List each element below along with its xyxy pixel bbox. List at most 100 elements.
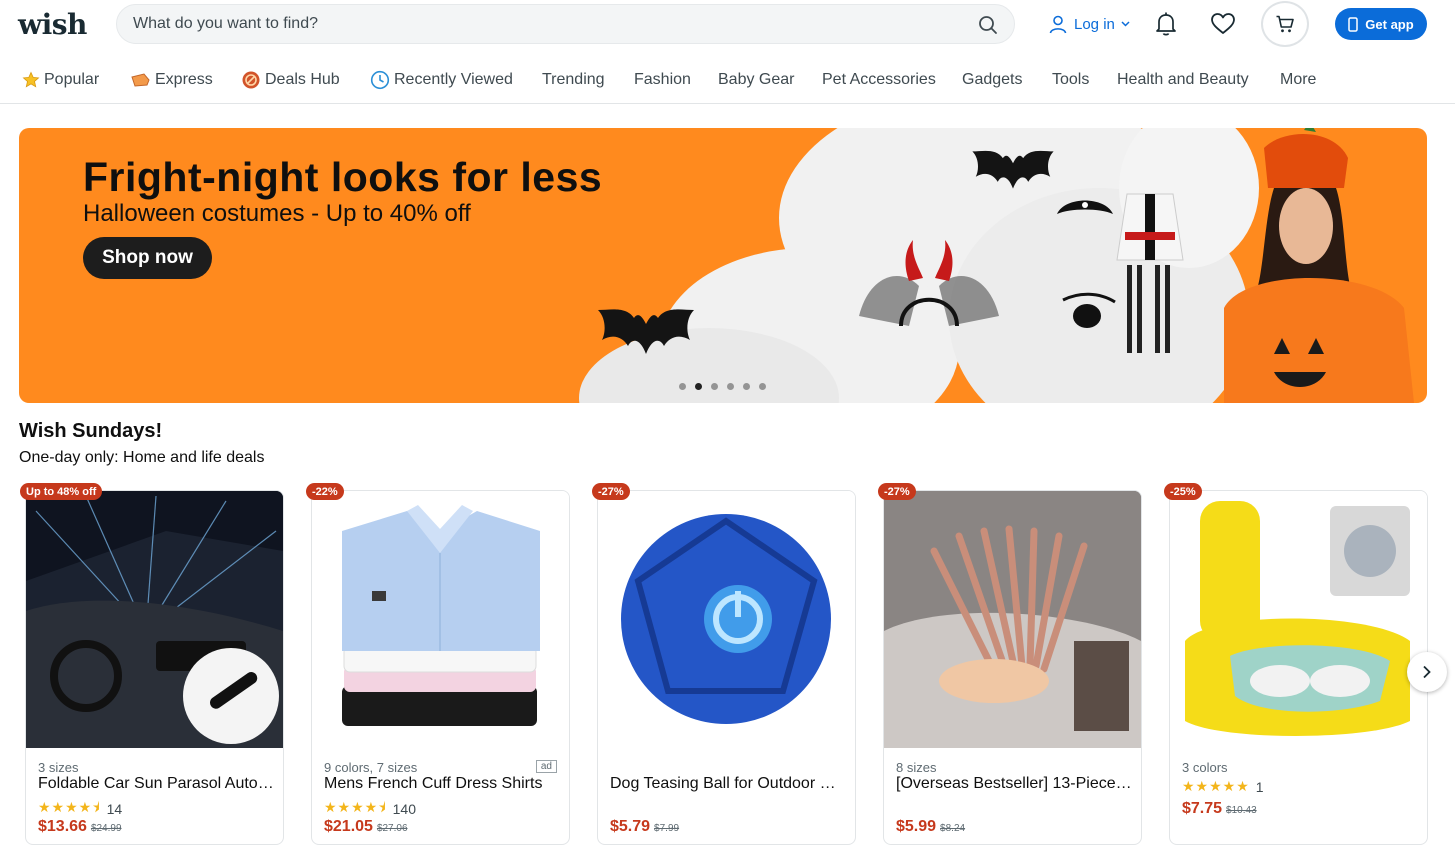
bat-image bbox=[598, 309, 694, 354]
review-count: 14 bbox=[106, 801, 123, 817]
clock-icon bbox=[370, 70, 390, 90]
original-price: $24.99 bbox=[90, 823, 122, 834]
product-variants: 9 colors, 7 sizes bbox=[324, 760, 418, 775]
nav-item-pet-accessories[interactable]: Pet Accessories bbox=[822, 68, 936, 92]
current-price: $21.05 bbox=[324, 818, 373, 835]
nav-item-baby-gear[interactable]: Baby Gear bbox=[718, 68, 794, 92]
login-button[interactable]: Log in bbox=[1048, 12, 1136, 36]
product-price: $13.66 $24.99 bbox=[38, 818, 122, 836]
product-variants: 8 sizes bbox=[896, 760, 937, 775]
nav-label: Tools bbox=[1052, 71, 1090, 88]
discount-badge: -27% bbox=[878, 483, 916, 500]
tag-icon bbox=[242, 71, 260, 89]
carousel-dots bbox=[679, 383, 775, 390]
review-count: 1 bbox=[1255, 778, 1264, 795]
product-name[interactable]: [Overseas Bestseller] 13-Piece Makeup Br… bbox=[896, 775, 1132, 793]
get-app-button[interactable]: Get app bbox=[1335, 8, 1427, 40]
nav-label: Baby Gear bbox=[718, 71, 795, 88]
nav-item-tools[interactable]: Tools bbox=[1052, 68, 1089, 92]
notification-bell-icon[interactable] bbox=[1154, 11, 1178, 37]
bat-image bbox=[972, 150, 1054, 189]
nav-item-express[interactable]: Express bbox=[130, 68, 213, 92]
nav-item-deals-hub[interactable]: Deals Hub bbox=[241, 68, 340, 92]
product-card[interactable]: 3 sizes Foldable Car Sun Parasol Automat… bbox=[25, 490, 284, 845]
cart-icon bbox=[1276, 15, 1294, 33]
original-price: $10.43 bbox=[1226, 805, 1257, 816]
wishlist-heart-icon[interactable] bbox=[1210, 12, 1236, 36]
nav-label: Deals Hub bbox=[265, 71, 340, 88]
discount-badge: -25% bbox=[1164, 483, 1202, 500]
current-price: $7.75 bbox=[1182, 800, 1223, 817]
nav-item-popular[interactable]: Popular bbox=[22, 68, 99, 92]
nav-item-health-and-beauty[interactable]: Health and Beauty bbox=[1117, 68, 1249, 92]
eye-patch-image bbox=[1062, 292, 1116, 328]
product-image[interactable] bbox=[26, 491, 283, 748]
pumpkin-costume-model-image bbox=[1224, 128, 1414, 403]
review-count: 140 bbox=[392, 801, 416, 817]
search-icon[interactable] bbox=[978, 15, 998, 35]
nav-item-fashion[interactable]: Fashion bbox=[634, 68, 691, 92]
nav-label: More bbox=[1280, 71, 1317, 88]
nav-item-more[interactable]: More bbox=[1280, 68, 1316, 92]
discount-badge: Up to 48% off bbox=[20, 483, 103, 500]
product-price: $7.75 $10.43 bbox=[1182, 800, 1257, 818]
nav-label: Pet Accessories bbox=[822, 71, 936, 88]
nav-label: Trending bbox=[542, 71, 605, 88]
banner-subtitle: Halloween costumes - Up to 40% off bbox=[83, 200, 471, 227]
discount-badge: -27% bbox=[592, 483, 630, 500]
truck-icon bbox=[131, 73, 150, 87]
original-price: $27.06 bbox=[376, 823, 408, 834]
current-price: $13.66 bbox=[38, 818, 87, 835]
nav-label: Fashion bbox=[634, 71, 691, 88]
chevron-right-icon bbox=[1423, 665, 1431, 679]
product-variants: 3 sizes bbox=[38, 760, 79, 775]
product-name[interactable]: Dog Teasing Ball for Outdoor Play bbox=[610, 775, 846, 793]
product-card[interactable]: 8 sizes [Overseas Bestseller] 13-Piece M… bbox=[883, 490, 1142, 845]
product-price: $5.99 $8.24 bbox=[896, 818, 965, 836]
cart-button[interactable] bbox=[1261, 1, 1309, 47]
current-price: $5.79 bbox=[610, 818, 651, 835]
chevron-down-icon bbox=[1121, 21, 1130, 27]
original-price: $7.99 bbox=[654, 823, 680, 834]
star-icon bbox=[22, 71, 40, 88]
product-price: $21.05 $27.06 bbox=[324, 818, 408, 836]
product-image[interactable] bbox=[884, 491, 1141, 748]
product-card[interactable]: 3 colors ★★★★★ 1 $7.75 $10.43 bbox=[1169, 490, 1428, 845]
nav-label: Express bbox=[155, 71, 213, 88]
pirate-hat-image bbox=[1057, 200, 1113, 214]
product-image[interactable] bbox=[598, 491, 855, 748]
devil-horns-headband-image bbox=[859, 240, 999, 327]
nav-item-gadgets[interactable]: Gadgets bbox=[962, 68, 1022, 92]
carousel-dot[interactable] bbox=[759, 383, 766, 390]
phone-icon bbox=[1348, 16, 1359, 32]
nav-item-trending[interactable]: Trending bbox=[542, 68, 605, 92]
product-card[interactable]: Dog Teasing Ball for Outdoor Play $5.79 $… bbox=[597, 490, 856, 845]
carousel-next-button[interactable] bbox=[1407, 652, 1447, 692]
shop-now-button[interactable]: Shop now bbox=[83, 237, 212, 279]
section-title: Wish Sundays! bbox=[19, 420, 163, 442]
nav-label: Popular bbox=[44, 71, 100, 88]
nav-item-recently-viewed[interactable]: Recently Viewed bbox=[370, 68, 513, 92]
rating-stars-icon: ★★★★★ bbox=[1182, 778, 1250, 794]
search-input[interactable] bbox=[133, 5, 963, 43]
original-price: $8.24 bbox=[940, 823, 966, 834]
discount-badge: -22% bbox=[306, 483, 344, 500]
product-image[interactable] bbox=[1170, 491, 1427, 748]
user-icon bbox=[1049, 15, 1067, 34]
product-name[interactable]: Mens French Cuff Dress Shirts bbox=[324, 775, 560, 793]
product-price: $5.79 $7.99 bbox=[610, 818, 679, 836]
carousel-dot[interactable] bbox=[743, 383, 750, 390]
product-name[interactable]: Foldable Car Sun Parasol Automatic Sunsh… bbox=[38, 775, 274, 793]
search-bar[interactable] bbox=[116, 4, 1015, 44]
carousel-dot[interactable] bbox=[711, 383, 718, 390]
pirate-costume-image bbox=[1116, 193, 1184, 353]
hero-banner[interactable]: Fright-night looks for less Halloween co… bbox=[19, 128, 1427, 403]
carousel-dot[interactable] bbox=[679, 383, 686, 390]
wish-logo[interactable]: wish bbox=[18, 8, 87, 41]
carousel-dot-active[interactable] bbox=[695, 383, 702, 390]
product-card[interactable]: 9 colors, 7 sizes ad Mens French Cuff Dr… bbox=[311, 490, 570, 845]
nav-label: Health and Beauty bbox=[1117, 71, 1249, 88]
product-image[interactable] bbox=[312, 491, 569, 748]
get-app-label: Get app bbox=[1365, 16, 1414, 32]
carousel-dot[interactable] bbox=[727, 383, 734, 390]
